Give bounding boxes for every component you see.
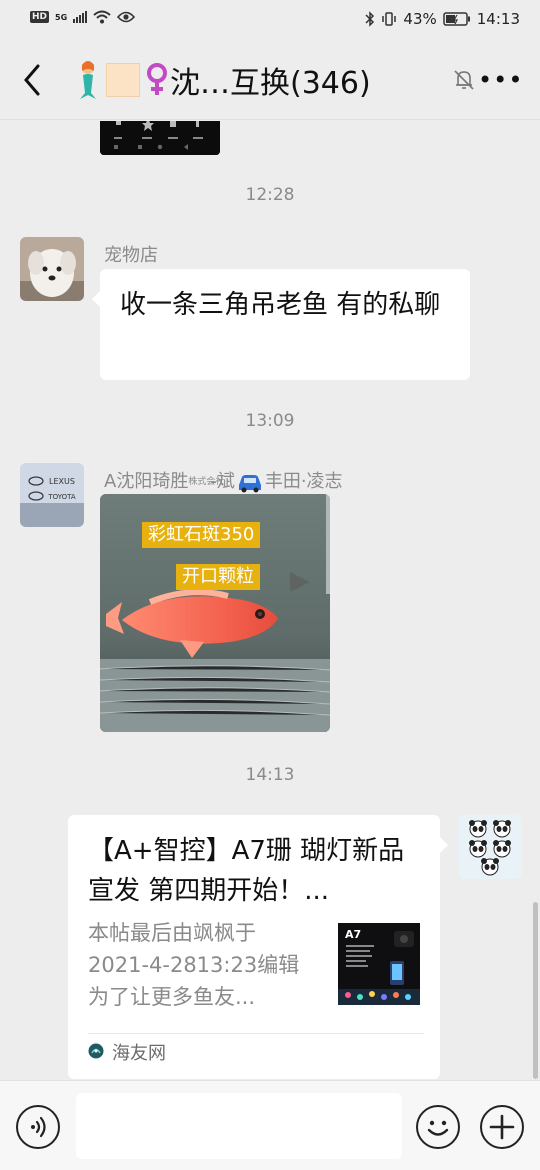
- screenshot-thumbnail: [100, 121, 220, 155]
- clock: 14:13: [476, 10, 520, 28]
- chat-title-area[interactable]: 沈…互换(346): [74, 58, 371, 102]
- message-text: 收一条三角吊老鱼 有的私聊: [120, 290, 441, 320]
- car-brand-avatar-image: LEXUS TOYOTA: [20, 463, 84, 527]
- sender-name: 宠物店: [104, 245, 158, 266]
- plus-icon: [489, 1114, 515, 1140]
- avatar[interactable]: [20, 237, 84, 301]
- battery-percent: 43%: [403, 10, 437, 28]
- chat-title: 沈…互换(346): [170, 66, 371, 101]
- fish-price-tag: 彩虹石斑350: [142, 522, 261, 548]
- link-card-thumbnail: A7: [338, 923, 420, 1005]
- eye-icon: [117, 11, 136, 23]
- timestamp: 13:09: [245, 411, 295, 431]
- message-input[interactable]: [76, 1093, 402, 1159]
- voice-button[interactable]: [16, 1105, 60, 1149]
- fish-image-message[interactable]: 彩虹石斑350 开口颗粒: [100, 494, 330, 732]
- hd-badge: HD: [30, 11, 50, 23]
- more-icon: •••: [478, 66, 524, 94]
- chat-header: 沈…互换(346) •••: [0, 40, 540, 120]
- svg-text:LEXUS: LEXUS: [49, 477, 75, 486]
- battery-icon: [443, 12, 470, 26]
- chat-scrollbar[interactable]: [533, 902, 538, 1079]
- input-bar: [0, 1080, 540, 1170]
- timestamp: 14:13: [245, 765, 295, 785]
- fish-feed-tag: 开口颗粒: [176, 564, 260, 590]
- link-card-source: 海友网: [112, 1043, 166, 1064]
- link-card-divider: [88, 1033, 424, 1034]
- panda-avatar-image: [458, 815, 522, 879]
- blue-car-icon: [238, 475, 261, 493]
- back-button[interactable]: [14, 60, 50, 100]
- network-label: 5G: [55, 12, 68, 22]
- back-arrow-icon: [24, 64, 40, 96]
- voice-icon: [31, 1116, 46, 1138]
- source-logo-icon: [88, 1043, 104, 1059]
- avatar[interactable]: LEXUS TOYOTA: [20, 463, 84, 527]
- emoji-button[interactable]: [416, 1105, 460, 1149]
- bluetooth-icon: [365, 11, 375, 27]
- emoji-icon: [427, 1120, 449, 1136]
- orange-square-icon: [106, 63, 140, 97]
- previous-image-message[interactable]: [100, 121, 220, 155]
- more-button[interactable]: •••: [478, 64, 522, 96]
- text-message-bubble[interactable]: 收一条三角吊老鱼 有的私聊: [92, 269, 470, 380]
- dog-avatar-image: [20, 237, 84, 301]
- status-bar: HD 5G 43% 14:13: [0, 0, 540, 40]
- chat-message-list[interactable]: 12:28 宠物店 收一条三角吊老鱼 有的私聊 13:09 LEXUS TOYO…: [0, 121, 540, 1079]
- svg-text:TOYOTA: TOYOTA: [47, 493, 76, 501]
- sender-name-mid: -斌: [210, 471, 235, 492]
- sender-name: A沈阳琦胜株式会社-斌 丰田·凌志: [104, 467, 343, 493]
- link-card-description: 本帖最后由飒枫于2021-4-2813:23编辑为了让更多鱼友...: [88, 921, 300, 1009]
- a7-lamp-image: A7: [338, 923, 420, 1005]
- svg-text:A7: A7: [345, 928, 361, 941]
- sender-name-mark: 株式会社: [188, 477, 225, 487]
- timestamp: 12:28: [245, 185, 295, 205]
- female-symbol-icon: [147, 63, 167, 95]
- mute-bell-icon: [454, 70, 474, 90]
- more-functions-button[interactable]: [480, 1105, 524, 1149]
- my-avatar[interactable]: [458, 815, 522, 879]
- sender-name-suffix: 丰田·凌志: [264, 471, 343, 492]
- link-card-message[interactable]: 【A+智控】A7珊 瑚灯新品宣发 第四期开始！... 本帖最后由飒枫于2021-…: [68, 815, 448, 1079]
- sender-name-prefix: A沈阳琦胜: [104, 471, 189, 492]
- link-card-title: 【A+智控】A7珊 瑚灯新品宣发 第四期开始！...: [88, 836, 405, 906]
- vibrate-icon: [382, 12, 397, 26]
- wifi-icon: [93, 10, 111, 24]
- mermaid-emoji-icon: [80, 61, 96, 99]
- signal-icon: [73, 11, 88, 23]
